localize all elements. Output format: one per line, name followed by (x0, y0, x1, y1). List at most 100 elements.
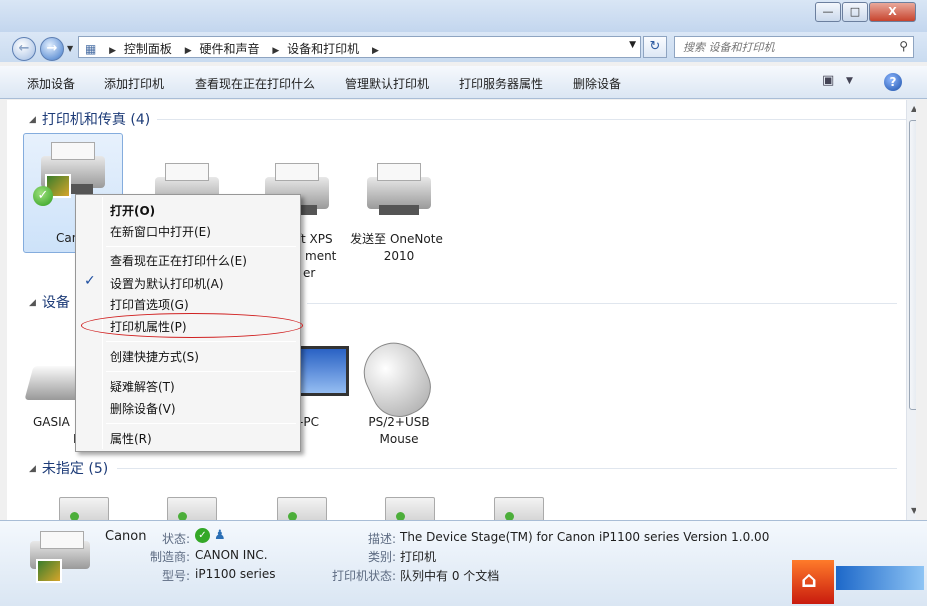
forward-arrow-icon: → (46, 41, 58, 56)
status-label: 状态: (162, 532, 191, 546)
device-unspecified-4[interactable] (353, 493, 453, 520)
group-header-printers[interactable]: ◢ 打印机和传真 (4) (29, 109, 150, 129)
scrollbar-thumb[interactable] (909, 120, 916, 410)
add-device-button[interactable]: 添加设备 (27, 75, 75, 92)
control-panel-folder-icon: ▦ (85, 42, 97, 56)
forward-button[interactable]: → (40, 37, 64, 61)
manufacturer-value: CANON INC. (195, 548, 268, 562)
recent-pages-dropdown-icon[interactable]: ▼ (67, 44, 73, 53)
refresh-icon: ↻ (649, 39, 661, 54)
unspecified-device-icon (472, 493, 552, 520)
breadcrumb: ▦ ▶ 控制面板 ▶ 硬件和声音 ▶ 设备和打印机 ▶ (85, 40, 383, 57)
selected-printer-icon (28, 529, 98, 599)
menu-item-properties[interactable]: 属性(R) (110, 430, 152, 447)
device-unspecified-1[interactable] (27, 493, 127, 520)
command-bar: 添加设备 添加打印机 查看现在正在打印什么 管理默认打印机 打印服务器属性 删除… (0, 66, 927, 99)
help-icon[interactable]: ? (884, 73, 902, 91)
group-header-unspecified[interactable]: ◢ 未指定 (5) (29, 458, 108, 478)
device-unspecified-2[interactable] (135, 493, 235, 520)
menu-separator (106, 371, 296, 372)
collapse-triangle-icon[interactable]: ◢ (29, 464, 36, 474)
scroll-down-icon[interactable]: ▼ (911, 506, 916, 515)
description-label: 描述: (368, 532, 397, 546)
breadcrumb-separator-icon: ▶ (184, 46, 192, 56)
breadcrumb-item-control-panel[interactable]: 控制面板 (124, 42, 172, 56)
unspecified-device-icon (145, 493, 225, 520)
group-divider (157, 119, 916, 120)
category-value: 打印机 (400, 550, 437, 564)
model-label: 型号: (162, 569, 191, 583)
scroll-up-icon[interactable]: ▲ (911, 104, 916, 113)
print-server-properties-button[interactable]: 打印服务器属性 (459, 75, 543, 92)
search-box[interactable]: ⚲ (674, 36, 914, 58)
checkmark-icon: ✓ (84, 273, 96, 289)
menu-item-create-shortcut[interactable]: 创建快捷方式(S) (110, 348, 199, 365)
menu-item-troubleshoot[interactable]: 疑难解答(T) (110, 378, 175, 395)
address-dropdown-icon[interactable]: ▼ (629, 40, 636, 50)
device-label: 发送至 OneNote (350, 232, 443, 246)
device-label-line2: 2010 (383, 249, 415, 263)
printer-icon (359, 155, 439, 225)
title-bar: — □ X (0, 0, 927, 32)
view-options-dropdown-icon[interactable]: ▼ (846, 76, 853, 86)
group-divider (307, 303, 897, 304)
manage-default-printers-button[interactable]: 管理默认打印机 (345, 75, 429, 92)
search-input[interactable] (681, 38, 886, 56)
breadcrumb-separator-icon: ▶ (109, 46, 117, 56)
unspecified-device-icon (255, 493, 335, 520)
menu-item-open[interactable]: 打开(O) (110, 202, 155, 219)
minimize-button[interactable]: — (815, 2, 841, 22)
device-unspecified-3[interactable] (245, 493, 345, 520)
mouse-icon (353, 332, 441, 427)
device-label-line2: Mouse (379, 432, 419, 446)
model-value: iP1100 series (195, 567, 276, 581)
highlight-ellipse (81, 313, 303, 338)
category-label: 类别: (368, 550, 397, 564)
device-name: Canon (105, 529, 147, 544)
device-mouse[interactable]: PS/2+USB Mouse (349, 332, 449, 448)
details-pane: Canon 状态: ✓ ♟ 制造商: CANON INC. 型号: iP1100 … (0, 520, 927, 606)
search-icon[interactable]: ⚲ (899, 39, 908, 53)
manufacturer-label: 制造商: (150, 550, 191, 564)
see-whats-printing-button[interactable]: 查看现在正在打印什么 (195, 75, 315, 92)
breadcrumb-item-hardware-sound[interactable]: 硬件和声音 (200, 42, 260, 56)
device-printer-onenote[interactable]: 发送至 OneNote 2010 (349, 155, 449, 265)
default-printer-check-icon: ✓ (33, 186, 53, 206)
menu-item-open-new-window[interactable]: 在新窗口中打开(E) (110, 223, 211, 240)
description-value: The Device Stage(TM) for Canon iP1100 se… (400, 530, 770, 544)
close-icon: X (888, 5, 897, 18)
ok-status-icon: ✓ (195, 528, 210, 543)
close-button[interactable]: X (869, 2, 916, 22)
collapse-triangle-icon[interactable]: ◢ (29, 298, 36, 308)
back-button[interactable]: ← (12, 37, 36, 61)
refresh-button[interactable]: ↻ (643, 36, 667, 58)
minimize-icon: — (822, 5, 834, 18)
watermark-logo: ⌂ (790, 558, 927, 606)
breadcrumb-separator-icon: ▶ (272, 46, 280, 56)
collapse-triangle-icon[interactable]: ◢ (29, 115, 36, 125)
remove-device-button[interactable]: 删除设备 (573, 75, 621, 92)
maximize-icon: □ (849, 5, 861, 18)
menu-item-see-whats-printing[interactable]: 查看现在正在打印什么(E) (110, 252, 247, 269)
menu-separator (106, 423, 296, 424)
device-unspecified-5[interactable] (462, 493, 562, 520)
status-icons: ✓ ♟ (195, 528, 226, 543)
breadcrumb-item-devices-printers[interactable]: 设备和打印机 (287, 42, 359, 56)
unspecified-device-icon (37, 493, 117, 520)
menu-item-remove-device[interactable]: 删除设备(V) (110, 400, 176, 417)
back-arrow-icon: ← (18, 41, 30, 56)
menu-separator (106, 341, 296, 342)
shared-users-icon: ♟ (214, 528, 226, 543)
printer-status-label: 打印机状态: (332, 569, 397, 583)
address-bar[interactable]: ▦ ▶ 控制面板 ▶ 硬件和声音 ▶ 设备和打印机 ▶ ▼ (78, 36, 641, 58)
printer-status-value: 队列中有 0 个文档 (400, 569, 500, 583)
maximize-button[interactable]: □ (842, 2, 868, 22)
change-view-icon[interactable]: ▣ (822, 73, 834, 88)
add-printer-button[interactable]: 添加打印机 (104, 75, 164, 92)
menu-separator (106, 246, 296, 247)
breadcrumb-separator-icon: ▶ (371, 46, 379, 56)
unspecified-device-icon (363, 493, 443, 520)
menu-item-set-default-printer[interactable]: 设置为默认打印机(A) (110, 275, 224, 292)
vertical-scrollbar[interactable]: ▲ ▼ (906, 100, 916, 520)
menu-item-printing-preferences[interactable]: 打印首选项(G) (110, 296, 189, 313)
